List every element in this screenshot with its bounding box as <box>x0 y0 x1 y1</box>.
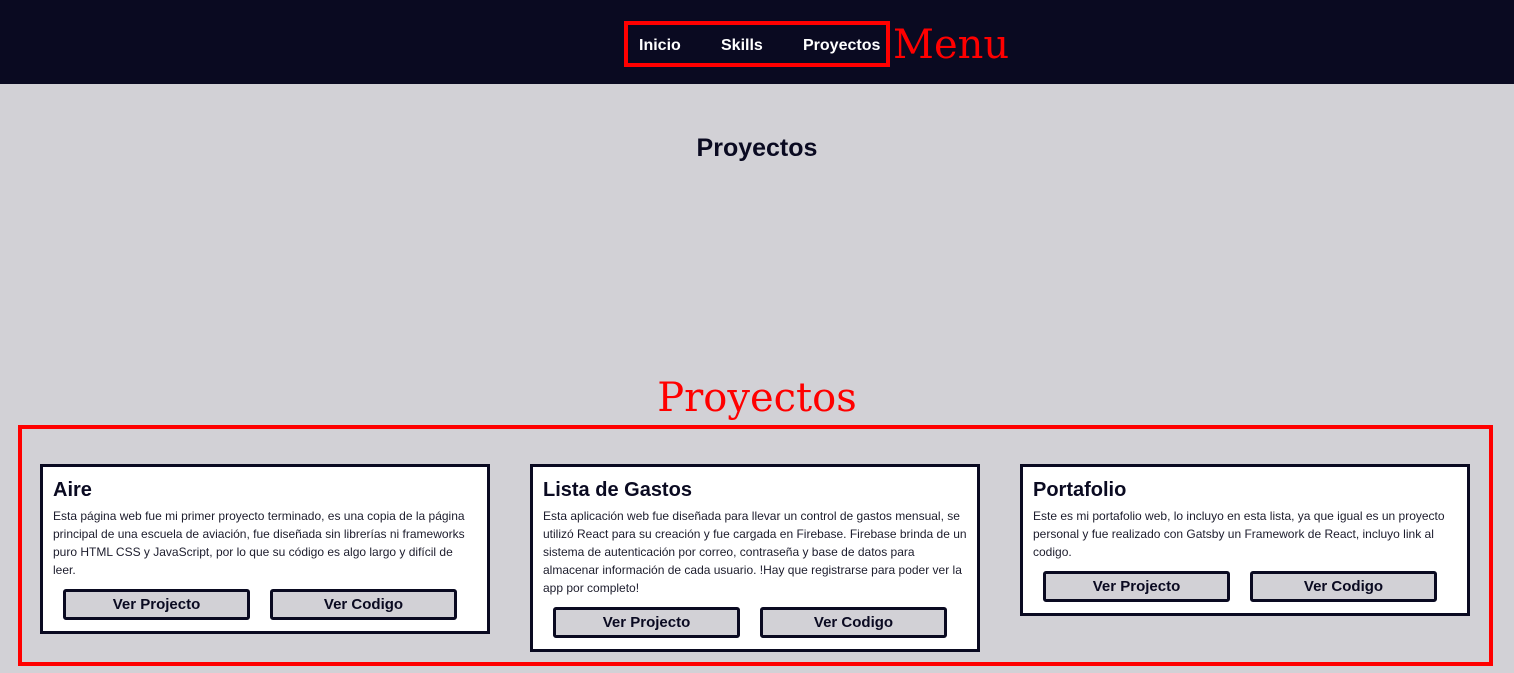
view-project-button[interactable]: Ver Projecto <box>63 589 250 620</box>
page-title: Proyectos <box>696 134 818 162</box>
view-project-button[interactable]: Ver Projecto <box>1043 571 1230 602</box>
proyectos-annotation-label: Proyectos <box>657 375 857 421</box>
menu-annotation-label: Menu <box>893 22 1010 68</box>
project-card-aire: Aire Esta página web fue mi primer proye… <box>40 464 490 634</box>
nav-item-inicio[interactable]: Inicio <box>639 37 681 55</box>
project-description: Este es mi portafolio web, lo incluyo en… <box>1033 509 1445 559</box>
nav-menu: Inicio Skills Proyectos <box>624 21 890 67</box>
view-code-button[interactable]: Ver Codigo <box>270 589 457 620</box>
view-code-button[interactable]: Ver Codigo <box>760 607 947 638</box>
project-title: Aire <box>53 479 92 501</box>
project-buttons: Ver Projecto Ver Codigo <box>1033 571 1457 603</box>
project-buttons: Ver Projecto Ver Codigo <box>543 607 967 639</box>
view-project-button[interactable]: Ver Projecto <box>553 607 740 638</box>
project-card-lista-de-gastos: Lista de Gastos Esta aplicación web fue … <box>530 464 980 652</box>
project-buttons: Ver Projecto Ver Codigo <box>53 589 477 621</box>
project-title: Portafolio <box>1033 479 1127 501</box>
nav-item-proyectos[interactable]: Proyectos <box>803 37 880 55</box>
project-description: Esta aplicación web fue diseñada para ll… <box>543 509 967 595</box>
project-description: Esta página web fue mi primer proyecto t… <box>53 509 465 577</box>
project-card-portafolio: Portafolio Este es mi portafolio web, lo… <box>1020 464 1470 616</box>
top-navigation-bar: Inicio Skills Proyectos <box>0 0 1514 84</box>
nav-item-skills[interactable]: Skills <box>721 37 763 55</box>
project-title: Lista de Gastos <box>543 479 692 501</box>
view-code-button[interactable]: Ver Codigo <box>1250 571 1437 602</box>
